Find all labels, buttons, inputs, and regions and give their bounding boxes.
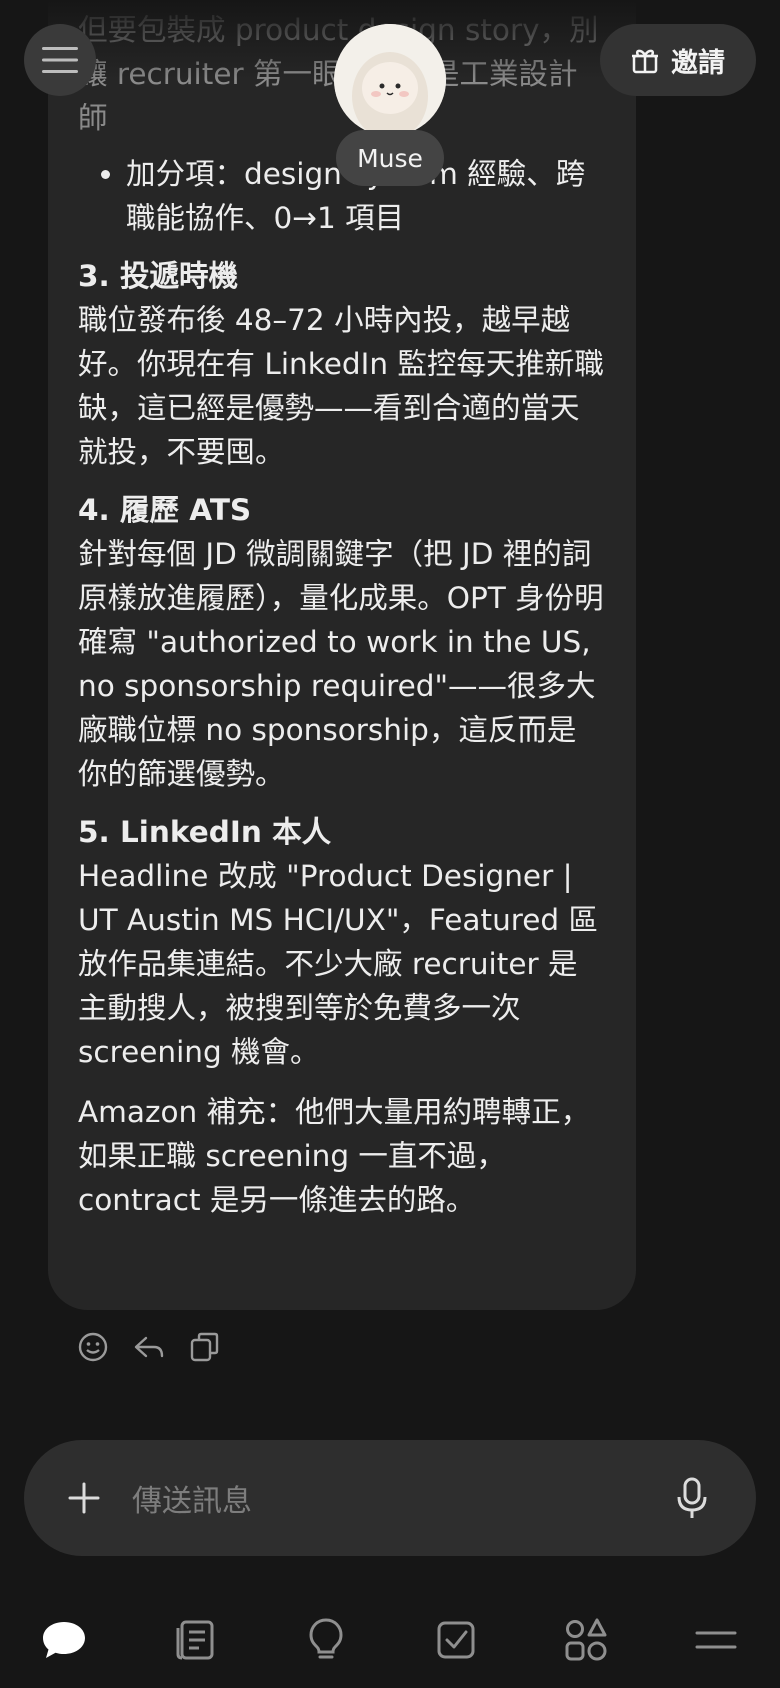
bottom-tab-bar [0,1600,780,1688]
closing-paragraph: Amazon 補充：他們大量用約聘轉正，如果正職 screening 一直不過，… [78,1095,591,1217]
section-title: 4. 履歷 ATS [78,493,252,527]
assistant-message-bubble: 但要包裝成 product design story，別讓 recruiter … [48,0,636,1310]
message-actions [76,1330,222,1364]
section-body: Headline 改成 "Product Designer | UT Austi… [78,859,598,1069]
section-4: 4. 履歷 ATS 針對每個 JD 微調關鍵字（把 JD 裡的詞原樣放進履歷），… [78,488,604,796]
message-composer[interactable]: 傳送訊息 [24,1440,756,1556]
lightbulb-tab-icon[interactable] [302,1616,350,1664]
assistant-avatar[interactable] [334,24,446,136]
invite-label: 邀請 [671,47,725,79]
gift-icon [632,49,658,74]
section-body: 職位發布後 48–72 小時內投，越早越好。你現在有 LinkedIn 監控每天… [78,303,604,469]
section-title: 3. 投遞時機 [78,259,239,293]
smiley-icon[interactable] [76,1330,110,1364]
hamburger-icon [42,47,78,73]
chat-tab-icon[interactable] [40,1616,88,1664]
mic-icon[interactable] [674,1476,710,1520]
menu-button[interactable] [24,24,96,96]
section-3: 3. 投遞時機 職位發布後 48–72 小時內投，越早越好。你現在有 Linke… [78,254,604,474]
tasks-tab-icon[interactable] [432,1616,480,1664]
section-title: 5. LinkedIn 本人 [78,815,332,849]
section-body: 針對每個 JD 微調關鍵字（把 JD 裡的詞原樣放進履歷），量化成果。OPT 身… [78,537,604,791]
muse-mascot-icon [334,24,446,136]
plus-icon[interactable] [64,1478,104,1518]
notes-tab-icon[interactable] [172,1616,220,1664]
reply-icon[interactable] [132,1330,166,1364]
assistant-name-label: Muse [336,130,444,186]
section-5: 5. LinkedIn 本人 Headline 改成 "Product Desi… [78,810,604,1074]
message-input[interactable]: 傳送訊息 [132,1476,252,1520]
more-menu-tab-icon[interactable] [692,1616,740,1664]
apps-tab-icon[interactable] [562,1616,610,1664]
invite-button[interactable]: 邀請 [600,24,756,96]
copy-icon[interactable] [188,1330,222,1364]
